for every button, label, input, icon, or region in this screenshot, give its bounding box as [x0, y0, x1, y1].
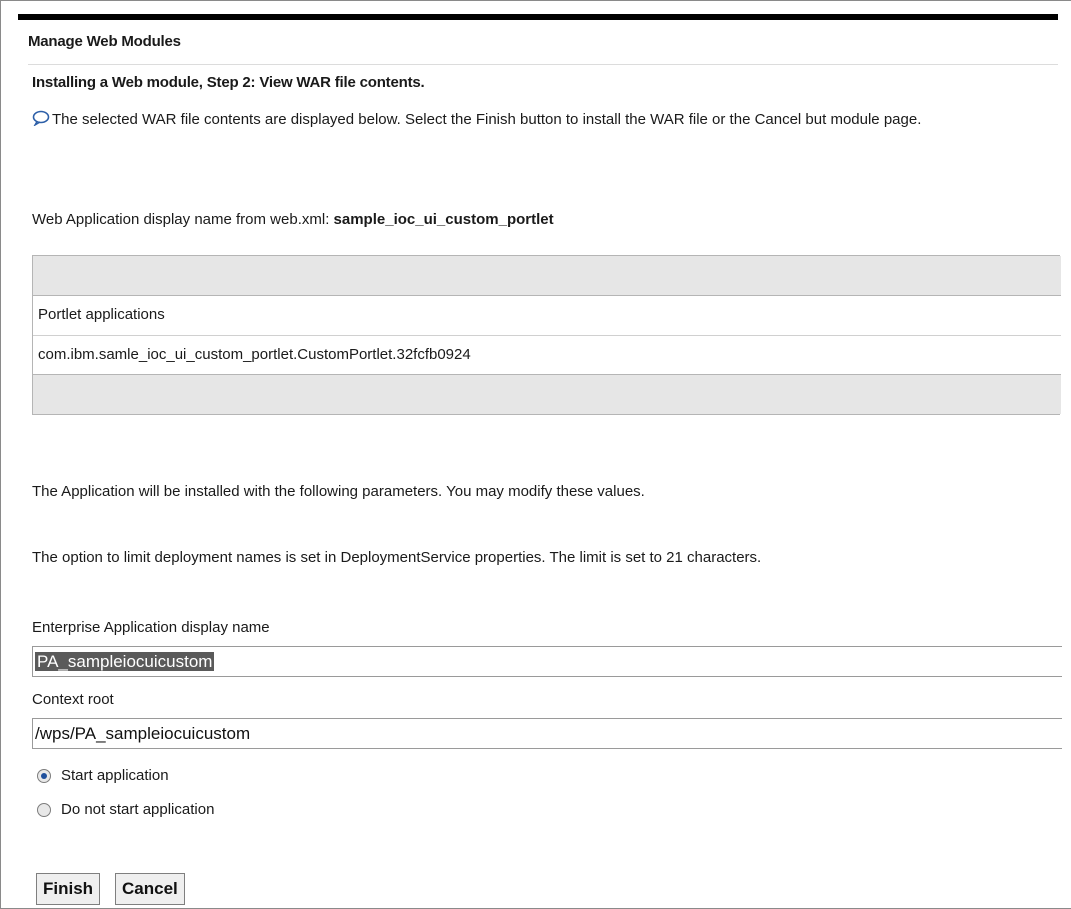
title-divider: [28, 64, 1058, 65]
help-bubble-icon: [32, 106, 50, 137]
step-description: The selected WAR file contents are displ…: [32, 104, 1062, 137]
do-not-start-label: Do not start application: [61, 801, 215, 818]
table-footer-band: [33, 375, 1061, 414]
enterprise-name-input[interactable]: PA_sampleiocuicustom: [32, 646, 1062, 677]
web-modules-panel: Manage Web Modules Installing a Web modu…: [0, 0, 1071, 909]
do-not-start-option[interactable]: Do not start application: [37, 801, 214, 818]
web-app-name-label: Web Application display name from web.xm…: [32, 211, 334, 228]
page-title: Manage Web Modules: [28, 33, 181, 50]
enterprise-name-label: Enterprise Application display name: [32, 619, 270, 636]
table-row: com.ibm.samle_ioc_ui_custom_portlet.Cust…: [33, 336, 1061, 375]
start-application-option[interactable]: Start application: [37, 767, 169, 784]
radio-selected-icon[interactable]: [37, 768, 51, 783]
table-header-band: [33, 256, 1061, 296]
deployment-limit-note: The option to limit deployment names is …: [32, 549, 762, 566]
context-root-label: Context root: [32, 691, 114, 708]
finish-button[interactable]: Finish: [36, 873, 101, 905]
description-text: The selected WAR file contents are displ…: [52, 111, 922, 128]
start-application-label: Start application: [61, 767, 169, 784]
context-root-value: /wps/PA_sampleiocuicustom: [35, 724, 251, 743]
cancel-button[interactable]: Cancel: [115, 873, 185, 905]
web-app-name-value: sample_ioc_ui_custom_portlet: [333, 211, 554, 228]
title-bar-rule: [18, 14, 1058, 20]
portlet-table: Portlet applications com.ibm.samle_ioc_u…: [32, 255, 1061, 415]
params-intro: The Application will be installed with t…: [32, 483, 645, 500]
table-column-header: Portlet applications: [33, 296, 1061, 336]
context-root-input[interactable]: /wps/PA_sampleiocuicustom: [32, 718, 1062, 749]
radio-unselected-icon[interactable]: [37, 802, 51, 817]
web-app-name-line: Web Application display name from web.xm…: [32, 211, 554, 228]
enterprise-name-value: PA_sampleiocuicustom: [35, 652, 215, 671]
step-heading: Installing a Web module, Step 2: View WA…: [32, 74, 425, 91]
